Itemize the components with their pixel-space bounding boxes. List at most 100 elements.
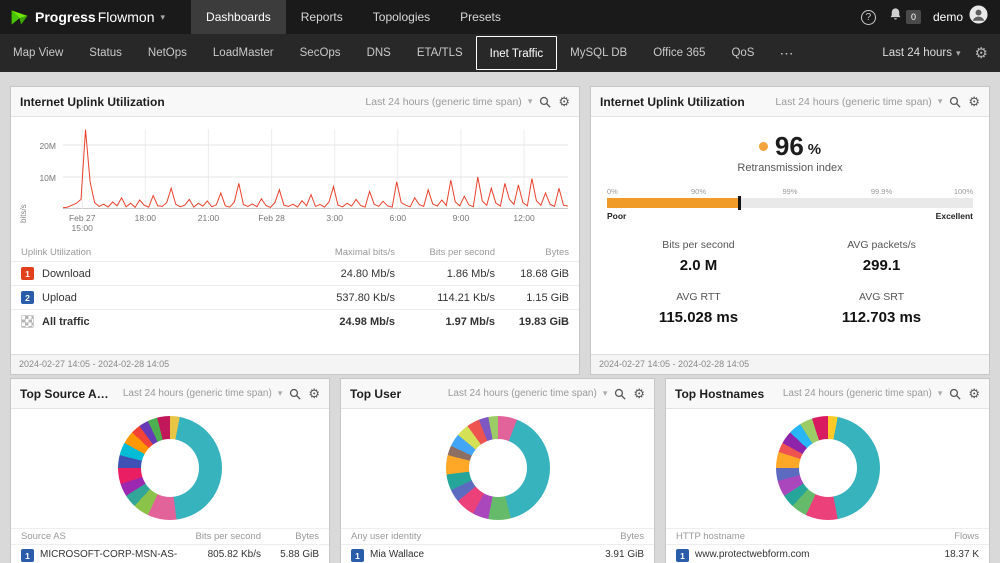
row-label: Download	[42, 267, 91, 280]
panel-title: Internet Uplink Utilization	[20, 94, 165, 109]
top-source-donut-chart[interactable]	[118, 416, 222, 520]
brand-flowmon: Flowmon	[97, 9, 155, 25]
table-row-upload[interactable]: 2 Upload 537.80 Kb/s 114.21 Kb/s 1.15 Gi…	[11, 285, 579, 309]
uplink-table: Uplink Utilization Maximal bits/s Bits p…	[11, 243, 579, 333]
timespan-dropdown[interactable]: Last 24 hours (generic time span) ▾	[783, 388, 943, 399]
help-icon[interactable]: ?	[860, 9, 876, 25]
tab-dns[interactable]: DNS	[354, 35, 404, 71]
row-label: All traffic	[42, 315, 90, 328]
col-header: Any user identity	[351, 531, 422, 542]
gear-icon[interactable]: ⚙	[633, 387, 645, 400]
tab-status[interactable]: Status	[76, 35, 135, 71]
panel-top-user: Top User Last 24 hours (generic time spa…	[340, 378, 655, 563]
tab-eta-tls[interactable]: ETA/TLS	[404, 35, 476, 71]
tab-secops[interactable]: SecOps	[287, 35, 354, 71]
notification-count-badge: 0	[905, 10, 921, 24]
row-label: Mia Wallace	[370, 549, 425, 560]
tabbar-actions: Last 24 hours ▾ ⚙	[882, 44, 988, 62]
col-header: HTTP hostname	[676, 531, 745, 542]
cell-bytes: 3.91 GiB	[605, 549, 644, 560]
donut-hole	[468, 439, 527, 497]
table-row-all-traffic[interactable]: All traffic 24.98 Mb/s 1.97 Mb/s 19.83 G…	[11, 309, 579, 333]
progress-logo-icon	[10, 8, 29, 27]
tab-inet-traffic[interactable]: Inet Traffic	[475, 36, 558, 70]
col-header: Flows	[954, 531, 979, 542]
chevron-down-icon: ▾	[602, 388, 608, 398]
col-header: Bits per second	[195, 531, 261, 542]
username: demo	[932, 10, 963, 24]
timespan-dropdown[interactable]: Last 24 hours (generic time span) ▾	[123, 388, 283, 399]
series-badge: 1	[21, 549, 34, 562]
tab-office-365[interactable]: Office 365	[640, 35, 718, 71]
gear-icon[interactable]: ⚙	[968, 95, 980, 108]
tab-qos[interactable]: QoS	[718, 35, 767, 71]
table-row[interactable]: 1 MICROSOFT-CORP-MSN-AS-BLOCK 805.82 Kb/…	[11, 544, 329, 563]
nav-presets[interactable]: Presets	[445, 0, 516, 34]
status-dot-icon	[758, 141, 768, 151]
series-badge: 2	[21, 291, 34, 304]
stat-avg-rtt: AVG RTT 115.028 ms	[658, 291, 739, 326]
cell-bytes: 18.68 GiB	[520, 267, 569, 280]
gear-icon[interactable]: ⚙	[968, 387, 980, 400]
more-tabs-icon[interactable]: ⋯	[767, 45, 807, 62]
top-navigation-bar: Progress Flowmon ▾ Dashboards Reports To…	[0, 0, 1000, 34]
retransmission-index-label: Retransmission index	[737, 162, 843, 174]
timespan-label: Last 24 hours (generic time span)	[122, 388, 272, 399]
tab-mysql-db[interactable]: MySQL DB	[557, 35, 640, 71]
nav-reports[interactable]: Reports	[286, 0, 358, 34]
gauge-bar	[607, 196, 973, 210]
gauge-max-label: Excellent	[935, 211, 973, 221]
timespan-dropdown[interactable]: Last 24 hours (generic time span) ▾	[775, 96, 942, 108]
row-label: Upload	[42, 291, 77, 304]
tab-netops[interactable]: NetOps	[135, 35, 200, 71]
table-row-download[interactable]: 1 Download 24.80 Mb/s 1.86 Mb/s 18.68 Gi…	[11, 261, 579, 285]
col-header: Source AS	[21, 531, 66, 542]
search-icon[interactable]	[289, 388, 301, 400]
stat-bits-per-second: Bits per second 2.0 M	[662, 239, 735, 274]
panel-header: Top Hostnames Last 24 hours (generic tim…	[666, 379, 989, 409]
donut-area	[341, 412, 654, 524]
retransmission-percent: 96	[774, 131, 804, 161]
search-icon[interactable]	[949, 388, 961, 400]
brand-menu[interactable]: Progress Flowmon ▾	[10, 8, 165, 27]
panel-header: Top User Last 24 hours (generic time spa…	[341, 379, 654, 409]
col-header: Bytes	[295, 531, 319, 542]
gear-icon[interactable]: ⚙	[308, 387, 320, 400]
panel-title: Top Hostnames	[675, 386, 765, 401]
gear-icon[interactable]: ⚙	[975, 44, 988, 62]
cell-maximal: 24.98 Mb/s	[339, 315, 395, 328]
table-row[interactable]: 1 www.protectwebform.com 18.37 K	[666, 544, 989, 563]
nav-topologies[interactable]: Topologies	[358, 0, 445, 34]
table-row[interactable]: 1 Mia Wallace 3.91 GiB	[341, 544, 654, 563]
gear-icon[interactable]: ⚙	[558, 95, 570, 108]
x-axis-ticks: Feb 27 15:00 18:00 21:00 Feb 28 3:00 6:00 9:00 1…	[68, 213, 535, 233]
search-icon[interactable]	[539, 96, 551, 108]
top-user-donut-chart[interactable]	[445, 416, 550, 520]
panel-top-hostnames: Top Hostnames Last 24 hours (generic tim…	[665, 378, 990, 563]
row-label: www.protectwebform.com	[695, 549, 810, 560]
tab-map-view[interactable]: Map View	[0, 35, 76, 71]
top-hostnames-donut-chart[interactable]	[775, 416, 880, 520]
timespan-dropdown[interactable]: Last 24 hours (generic time span) ▾	[365, 96, 532, 108]
stat-avg-packets: AVG packets/s 299.1	[847, 239, 916, 274]
search-icon[interactable]	[614, 388, 626, 400]
timespan-label: Last 24 hours (generic time span)	[365, 95, 522, 108]
notifications-button[interactable]: 0	[888, 7, 921, 27]
tab-loadmaster[interactable]: LoadMaster	[200, 35, 287, 71]
retransmission-gauge: 0% 90% 99% 99.9% 100% Poor Excellent	[607, 187, 973, 221]
timespan-dropdown[interactable]: Last 24 hours (generic time span) ▾	[448, 388, 608, 399]
panel-internet-uplink-utilization-retransmission: Internet Uplink Utilization Last 24 hour…	[590, 86, 990, 375]
time-range-dropdown[interactable]: Last 24 hours ▾	[882, 47, 960, 59]
col-header: Bytes	[545, 246, 569, 258]
timespan-label: Last 24 hours (generic time span)	[782, 388, 932, 399]
nav-dashboards[interactable]: Dashboards	[191, 0, 286, 34]
cell-bytes: 5.88 GiB	[280, 549, 319, 560]
timespan-label: Last 24 hours (generic time span)	[447, 388, 597, 399]
user-menu[interactable]: demo	[933, 5, 988, 29]
uplink-timeseries-chart[interactable]	[63, 129, 568, 209]
panel-header: Top Source Auto... Last 24 hours (generi…	[11, 379, 329, 409]
timespan-label: Last 24 hours (generic time span)	[775, 95, 932, 108]
chevron-down-icon: ▾	[160, 11, 166, 22]
search-icon[interactable]	[949, 96, 961, 108]
panel-title: Internet Uplink Utilization	[600, 94, 745, 109]
